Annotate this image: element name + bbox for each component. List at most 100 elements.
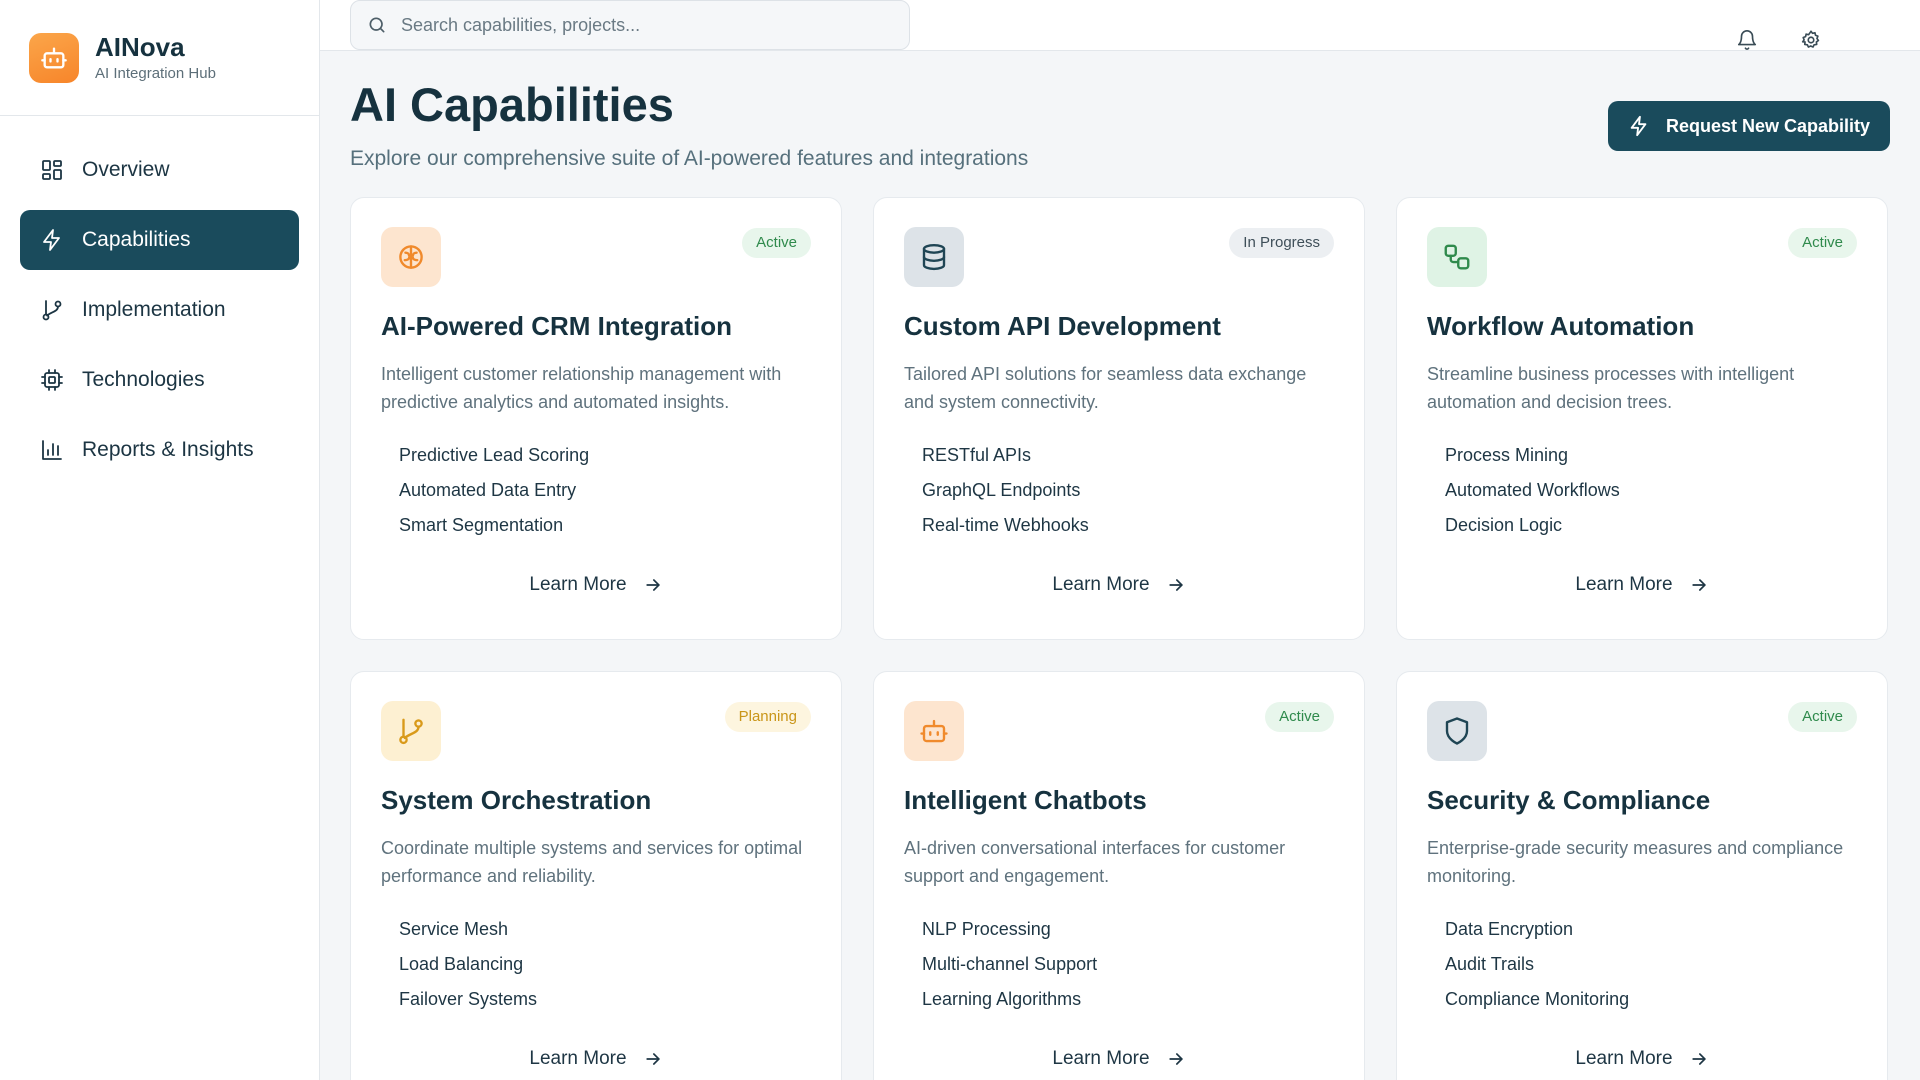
sidebar-item-capabilities[interactable]: Capabilities bbox=[20, 210, 299, 270]
feature-list: Service Mesh Load Balancing Failover Syste… bbox=[381, 912, 811, 1017]
learn-more-link[interactable]: Learn More bbox=[1397, 1048, 1887, 1070]
sidebar-item-label: Overview bbox=[82, 158, 170, 181]
feature-item: Load Balancing bbox=[399, 953, 524, 974]
card-description: Tailored API solutions for seamless data… bbox=[904, 363, 1307, 412]
git-branch-icon bbox=[381, 700, 441, 761]
sidebar-item-overview[interactable]: Overview bbox=[20, 140, 299, 200]
sidebar-item-reports-and-insights[interactable]: Reports & Insights bbox=[20, 420, 299, 480]
learn-more-link[interactable]: Learn More bbox=[874, 574, 1364, 596]
learn-more-label: Learn More bbox=[1575, 1047, 1673, 1069]
status-badge: Active bbox=[742, 227, 811, 258]
feature-list: Process Mining Automated Workflows Decisio… bbox=[1427, 438, 1857, 543]
brand-name: AINova bbox=[95, 31, 185, 62]
feature-list: Data Encryption Audit Trails Compliance Mo… bbox=[1427, 912, 1857, 1017]
feature-list: RESTful APIs GraphQL Endpoints Real-time W… bbox=[904, 438, 1334, 543]
status-badge: Active bbox=[1265, 701, 1334, 732]
learn-more-label: Learn More bbox=[529, 573, 627, 595]
page-title: AI Capabilities bbox=[350, 78, 674, 131]
feature-item: Multi-channel Support bbox=[922, 953, 1098, 974]
sidebar-item-implementation[interactable]: Implementation bbox=[20, 280, 299, 340]
learn-more-link[interactable]: Learn More bbox=[874, 1048, 1364, 1070]
arrow-right-icon bbox=[643, 575, 663, 595]
learn-more-label: Learn More bbox=[529, 1047, 627, 1069]
feature-item: Real-time Webhooks bbox=[922, 514, 1089, 535]
feature-item: Process Mining bbox=[1445, 444, 1569, 465]
card-description: Enterprise-grade security measures and c… bbox=[1427, 837, 1844, 886]
card-description: Streamline business processes with intel… bbox=[1427, 363, 1795, 412]
status-badge: In Progress bbox=[1229, 227, 1334, 258]
bolt-icon bbox=[1628, 115, 1650, 137]
top-bar bbox=[320, 0, 1920, 51]
sidebar: AINova AI Integration Hub Overview Capabi… bbox=[0, 0, 320, 1080]
feature-item: Compliance Monitoring bbox=[1445, 988, 1630, 1009]
database-icon bbox=[904, 226, 964, 287]
gear-icon[interactable] bbox=[1800, 29, 1822, 51]
feature-item: Service Mesh bbox=[399, 918, 509, 939]
arrow-right-icon bbox=[1166, 575, 1186, 595]
status-badge: Planning bbox=[724, 701, 811, 732]
shield-icon bbox=[1427, 700, 1487, 761]
status-badge: Active bbox=[1788, 701, 1857, 732]
bot-icon bbox=[904, 700, 964, 761]
sidebar-item-technologies[interactable]: Technologies bbox=[20, 350, 299, 410]
capability-card-ai-powered-crm-integration: Active AI-Powered CRM Integration Intellig… bbox=[350, 196, 842, 640]
brand-subtitle: AI Integration Hub bbox=[95, 65, 216, 83]
capability-card-custom-api-development: In Progress Custom API Development Tailore… bbox=[873, 196, 1365, 640]
git-branch-icon bbox=[40, 298, 64, 322]
capability-card-intelligent-chatbots: Active Intelligent Chatbots AI-driven conv… bbox=[873, 670, 1365, 1080]
search-input[interactable] bbox=[401, 14, 893, 36]
learn-more-label: Learn More bbox=[1575, 573, 1673, 595]
brand: AINova AI Integration Hub bbox=[0, 0, 319, 116]
sidebar-item-label: Implementation bbox=[82, 298, 226, 321]
arrow-right-icon bbox=[643, 1049, 663, 1069]
card-title: Custom API Development bbox=[904, 310, 1221, 341]
feature-item: Smart Segmentation bbox=[399, 514, 564, 535]
bolt-icon bbox=[40, 228, 64, 252]
grid-icon bbox=[40, 158, 64, 182]
learn-more-label: Learn More bbox=[1052, 1047, 1150, 1069]
feature-list: NLP Processing Multi-channel Support Learn… bbox=[904, 912, 1334, 1017]
card-title: Workflow Automation bbox=[1427, 310, 1695, 341]
feature-item: NLP Processing bbox=[922, 918, 1051, 939]
request-new-capability-button[interactable]: Request New Capability bbox=[1607, 101, 1890, 151]
card-title: System Orchestration bbox=[381, 784, 652, 815]
sidebar-item-label: Technologies bbox=[82, 368, 205, 391]
arrow-right-icon bbox=[1689, 1049, 1709, 1069]
card-description: Intelligent customer relationship manage… bbox=[381, 363, 782, 412]
card-description: Coordinate multiple systems and services… bbox=[381, 837, 803, 886]
workflow-icon bbox=[1427, 226, 1487, 287]
sidebar-nav: Overview Capabilities Implementation Techno… bbox=[0, 116, 319, 514]
capability-card-security-and-compliance: Active Security & Compliance Enterprise-gr… bbox=[1396, 670, 1888, 1080]
feature-item: Automated Workflows bbox=[1445, 479, 1620, 500]
bar-chart-icon bbox=[40, 438, 64, 462]
feature-item: Learning Algorithms bbox=[922, 988, 1082, 1009]
feature-item: GraphQL Endpoints bbox=[922, 479, 1081, 500]
brain-icon bbox=[381, 226, 441, 287]
search-icon bbox=[367, 15, 387, 35]
capability-card-system-orchestration: Planning System Orchestration Coordinate m… bbox=[350, 670, 842, 1080]
request-button-label: Request New Capability bbox=[1665, 115, 1870, 136]
capability-card-workflow-automation: Active Workflow Automation Streamline busi… bbox=[1396, 196, 1888, 640]
feature-item: Predictive Lead Scoring bbox=[399, 444, 590, 465]
learn-more-link[interactable]: Learn More bbox=[351, 1048, 841, 1070]
feature-item: RESTful APIs bbox=[922, 444, 1032, 465]
feature-item: Decision Logic bbox=[1445, 514, 1563, 535]
feature-item: Audit Trails bbox=[1445, 953, 1535, 974]
feature-item: Data Encryption bbox=[1445, 918, 1574, 939]
learn-more-link[interactable]: Learn More bbox=[1397, 574, 1887, 596]
feature-item: Failover Systems bbox=[399, 988, 538, 1009]
arrow-right-icon bbox=[1166, 1049, 1186, 1069]
capability-grid: Active AI-Powered CRM Integration Intellig… bbox=[350, 196, 1890, 1080]
feature-list: Predictive Lead Scoring Automated Data En… bbox=[381, 438, 811, 543]
learn-more-label: Learn More bbox=[1052, 573, 1150, 595]
arrow-right-icon bbox=[1689, 575, 1709, 595]
search-box[interactable] bbox=[350, 0, 910, 50]
page-subtitle: Explore our comprehensive suite of AI-po… bbox=[350, 146, 1029, 170]
bot-icon bbox=[29, 32, 79, 83]
bell-icon[interactable] bbox=[1736, 29, 1758, 51]
sidebar-item-label: Capabilities bbox=[82, 228, 191, 251]
learn-more-link[interactable]: Learn More bbox=[351, 574, 841, 596]
sidebar-item-label: Reports & Insights bbox=[82, 438, 254, 461]
cpu-icon bbox=[40, 368, 64, 392]
card-title: AI-Powered CRM Integration bbox=[381, 310, 733, 341]
